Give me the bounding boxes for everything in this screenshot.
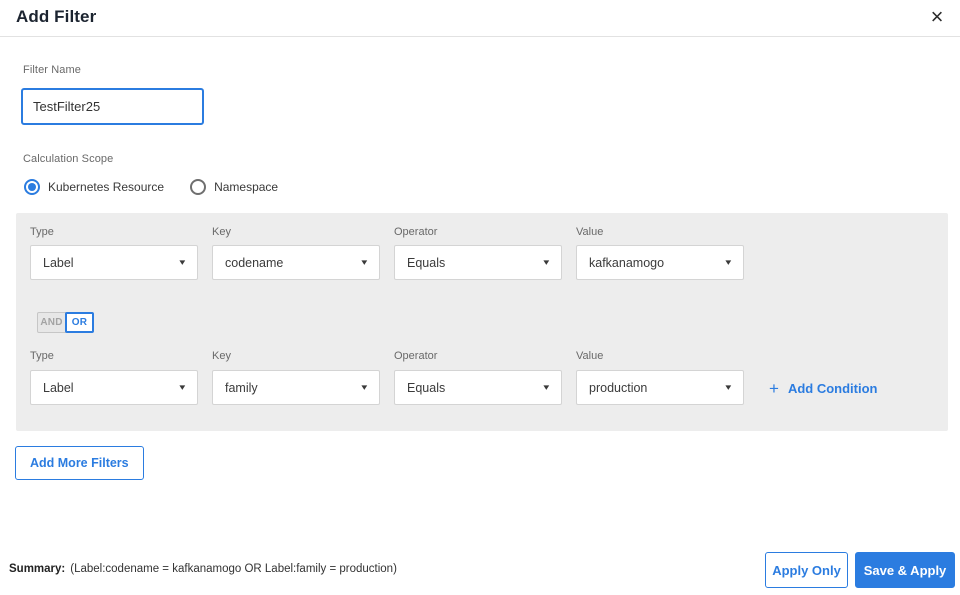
chevron-down-icon: ▾ — [179, 257, 186, 267]
chevron-down-icon: ▾ — [361, 382, 368, 392]
value-label: Value — [576, 350, 604, 362]
dialog-title: Add Filter — [16, 7, 97, 26]
type-select[interactable]: Label ▾ — [30, 370, 198, 405]
summary-label: Summary: — [9, 563, 66, 575]
conditions-panel: Type Key Operator Value Label ▾ codename… — [16, 213, 948, 431]
plus-icon: + — [769, 378, 779, 398]
radio-label[interactable]: Kubernetes Resource — [48, 180, 164, 194]
close-icon[interactable]: × — [922, 2, 952, 32]
radio-label[interactable]: Namespace — [214, 180, 278, 194]
radio-unselected-icon[interactable] — [190, 179, 207, 195]
chevron-down-icon: ▾ — [179, 382, 186, 392]
type-select-value: Label — [43, 380, 74, 395]
chevron-down-icon: ▾ — [725, 382, 732, 392]
chevron-down-icon: ▾ — [361, 257, 368, 267]
operator-label: Operator — [394, 350, 438, 362]
operator-label: Operator — [394, 226, 438, 238]
add-condition-label: Add Condition — [787, 380, 878, 396]
filter-name-label: Filter Name — [23, 64, 81, 76]
radio-selected-icon[interactable] — [24, 179, 40, 195]
value-select[interactable]: kafkanamogo ▾ — [576, 245, 744, 280]
type-select-value: Label — [43, 255, 74, 270]
value-select-value: production — [589, 380, 648, 395]
radio-option-kubernetes-resource[interactable]: Kubernetes Resource — [24, 179, 164, 195]
add-more-filters-button[interactable]: Add More Filters — [15, 446, 144, 480]
summary-value: (Label:codename = kafkanamogo OR Label:f… — [70, 563, 397, 575]
apply-only-button[interactable]: Apply Only — [765, 552, 848, 588]
value-label: Value — [576, 226, 604, 238]
save-and-apply-button[interactable]: Save & Apply — [855, 552, 955, 588]
operator-select[interactable]: Equals ▾ — [394, 245, 562, 280]
radio-dot — [28, 183, 36, 191]
calculation-scope-radio-group: Kubernetes Resource Namespace — [24, 178, 278, 196]
operator-select[interactable]: Equals ▾ — [394, 370, 562, 405]
key-select[interactable]: codename ▾ — [212, 245, 380, 280]
type-label: Type — [30, 350, 54, 362]
type-select[interactable]: Label ▾ — [30, 245, 198, 280]
logic-or-button[interactable]: OR — [65, 312, 94, 333]
value-select-value: kafkanamogo — [589, 255, 665, 270]
operator-select-value: Equals — [407, 380, 446, 395]
key-label: Key — [212, 226, 231, 238]
key-label: Key — [212, 350, 231, 362]
chevron-down-icon: ▾ — [543, 382, 550, 392]
operator-select-value: Equals — [407, 255, 446, 270]
key-select[interactable]: family ▾ — [212, 370, 380, 405]
key-select-value: family — [225, 380, 258, 395]
chevron-down-icon: ▾ — [543, 257, 550, 267]
add-condition-button[interactable]: + Add Condition — [769, 377, 877, 399]
chevron-down-icon: ▾ — [725, 257, 732, 267]
dialog-header: Add Filter × — [0, 0, 960, 37]
logic-and-button[interactable]: AND — [37, 312, 66, 333]
type-label: Type — [30, 226, 54, 238]
logic-toggle: AND OR — [37, 312, 94, 333]
calculation-scope-label: Calculation Scope — [23, 153, 114, 165]
value-select[interactable]: production ▾ — [576, 370, 744, 405]
summary-text: Summary: (Label:codename = kafkanamogo OR… — [9, 563, 397, 575]
filter-name-input[interactable] — [21, 88, 204, 125]
radio-option-namespace[interactable]: Namespace — [190, 179, 278, 195]
key-select-value: codename — [225, 255, 284, 270]
